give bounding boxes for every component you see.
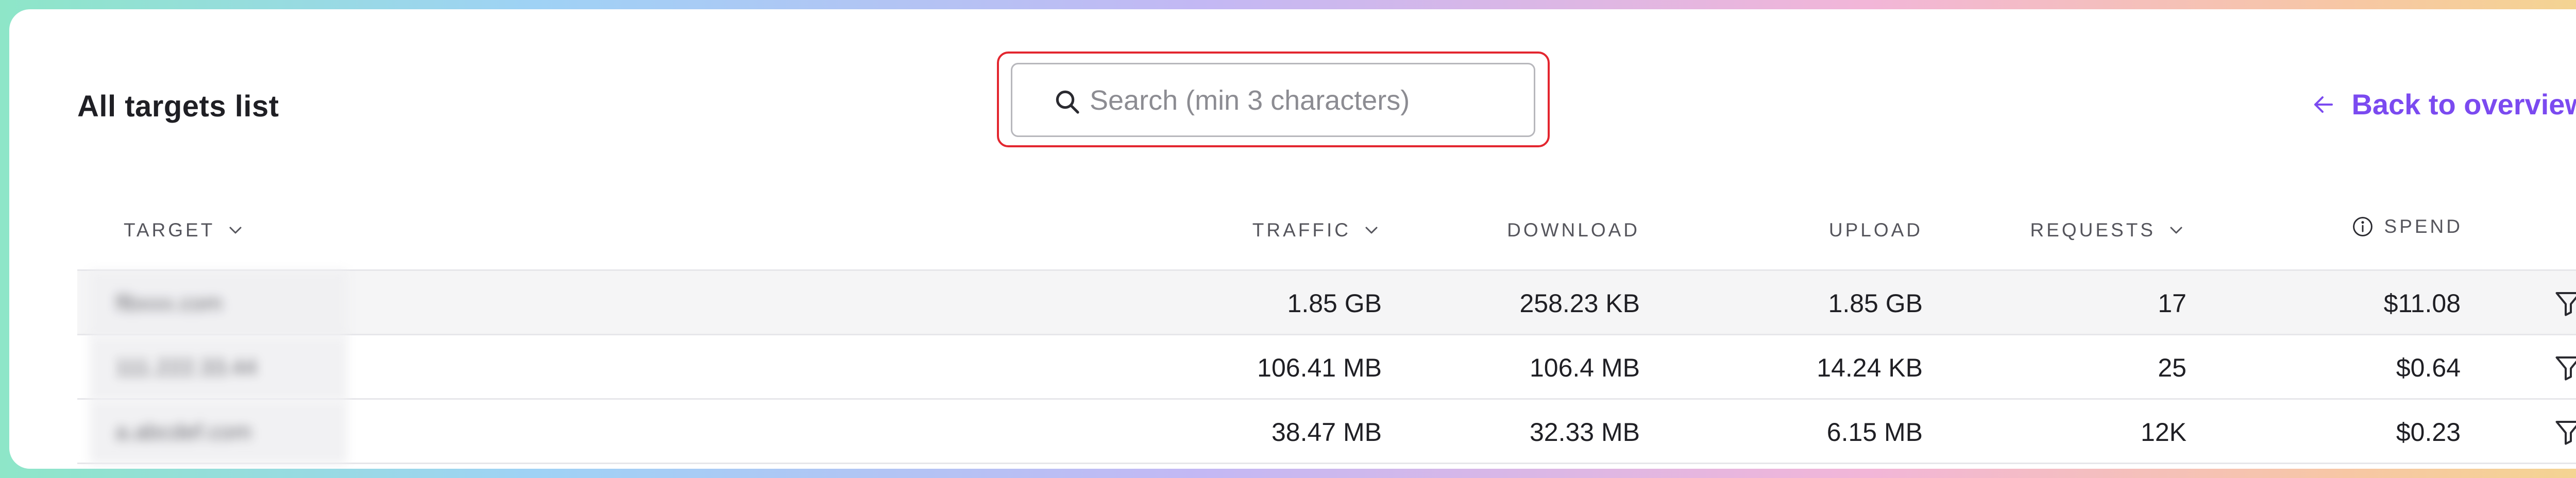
column-header-download: DOWNLOAD <box>1507 219 1640 241</box>
column-label-download: DOWNLOAD <box>1507 219 1640 241</box>
info-icon[interactable] <box>2351 215 2374 238</box>
table-row: flbxxx.com 1.85 GB 258.23 KB 1.85 GB 17 … <box>77 271 2576 335</box>
column-header-target[interactable]: TARGET <box>124 219 246 241</box>
requests-cell: 25 <box>2158 353 2187 382</box>
column-header-requests[interactable]: REQUESTS <box>2030 219 2187 241</box>
target-cell[interactable]: 111.222.33.44 <box>90 335 347 400</box>
target-cell[interactable]: a.abcdef.com <box>90 400 347 464</box>
filter-button[interactable] <box>2550 400 2576 464</box>
column-header-traffic[interactable]: TRAFFIC <box>1252 219 1382 241</box>
filter-icon <box>2555 356 2576 380</box>
download-cell: 258.23 KB <box>1519 288 1640 318</box>
download-cell: 106.4 MB <box>1529 353 1640 382</box>
targets-table: TARGET TRAFFIC DOWNLOAD UPLOAD REQUESTS … <box>77 195 2576 464</box>
filter-icon <box>2555 420 2576 445</box>
upload-cell: 14.24 KB <box>1817 353 1923 382</box>
table-row: 111.222.33.44 106.41 MB 106.4 MB 14.24 K… <box>77 335 2576 400</box>
table-row: a.abcdef.com 38.47 MB 32.33 MB 6.15 MB 1… <box>77 400 2576 464</box>
chevron-down-icon <box>229 227 242 234</box>
column-header-spend: SPEND <box>2351 215 2463 238</box>
page-title: All targets list <box>77 90 279 123</box>
search-input[interactable] <box>1090 75 1517 126</box>
filter-button[interactable] <box>2550 335 2576 400</box>
requests-cell: 17 <box>2158 288 2187 318</box>
spend-cell: $0.23 <box>2396 417 2461 447</box>
upload-cell: 1.85 GB <box>1828 288 1923 318</box>
traffic-cell: 38.47 MB <box>1271 417 1382 447</box>
download-cell: 32.33 MB <box>1529 417 1640 447</box>
column-label-target: TARGET <box>124 219 215 241</box>
upload-cell: 6.15 MB <box>1826 417 1923 447</box>
spend-cell: $0.64 <box>2396 353 2461 382</box>
spend-cell: $11.08 <box>2383 288 2461 318</box>
targets-card: All targets list Back to overview TARGET… <box>9 9 2576 469</box>
table-header: TARGET TRAFFIC DOWNLOAD UPLOAD REQUESTS … <box>77 195 2576 271</box>
filter-button[interactable] <box>2550 271 2576 335</box>
chevron-down-icon <box>2170 227 2182 234</box>
search-box[interactable] <box>1011 63 1535 137</box>
chevron-down-icon <box>1365 227 1378 234</box>
back-to-overview-label: Back to overview <box>2351 88 2576 121</box>
traffic-cell: 1.85 GB <box>1287 288 1382 318</box>
column-label-traffic: TRAFFIC <box>1252 219 1351 241</box>
column-label-upload: UPLOAD <box>1828 219 1923 241</box>
back-to-overview-link[interactable]: Back to overview <box>2311 88 2576 121</box>
column-header-upload: UPLOAD <box>1829 219 1923 241</box>
requests-cell: 12K <box>2141 417 2187 447</box>
arrow-left-icon <box>2314 96 2333 113</box>
target-cell[interactable]: flbxxx.com <box>90 271 347 335</box>
traffic-cell: 106.41 MB <box>1257 353 1382 382</box>
filter-icon <box>2555 292 2576 316</box>
column-label-spend: SPEND <box>2384 216 2463 237</box>
column-label-requests: REQUESTS <box>2030 219 2156 241</box>
search-icon <box>1056 90 1079 114</box>
